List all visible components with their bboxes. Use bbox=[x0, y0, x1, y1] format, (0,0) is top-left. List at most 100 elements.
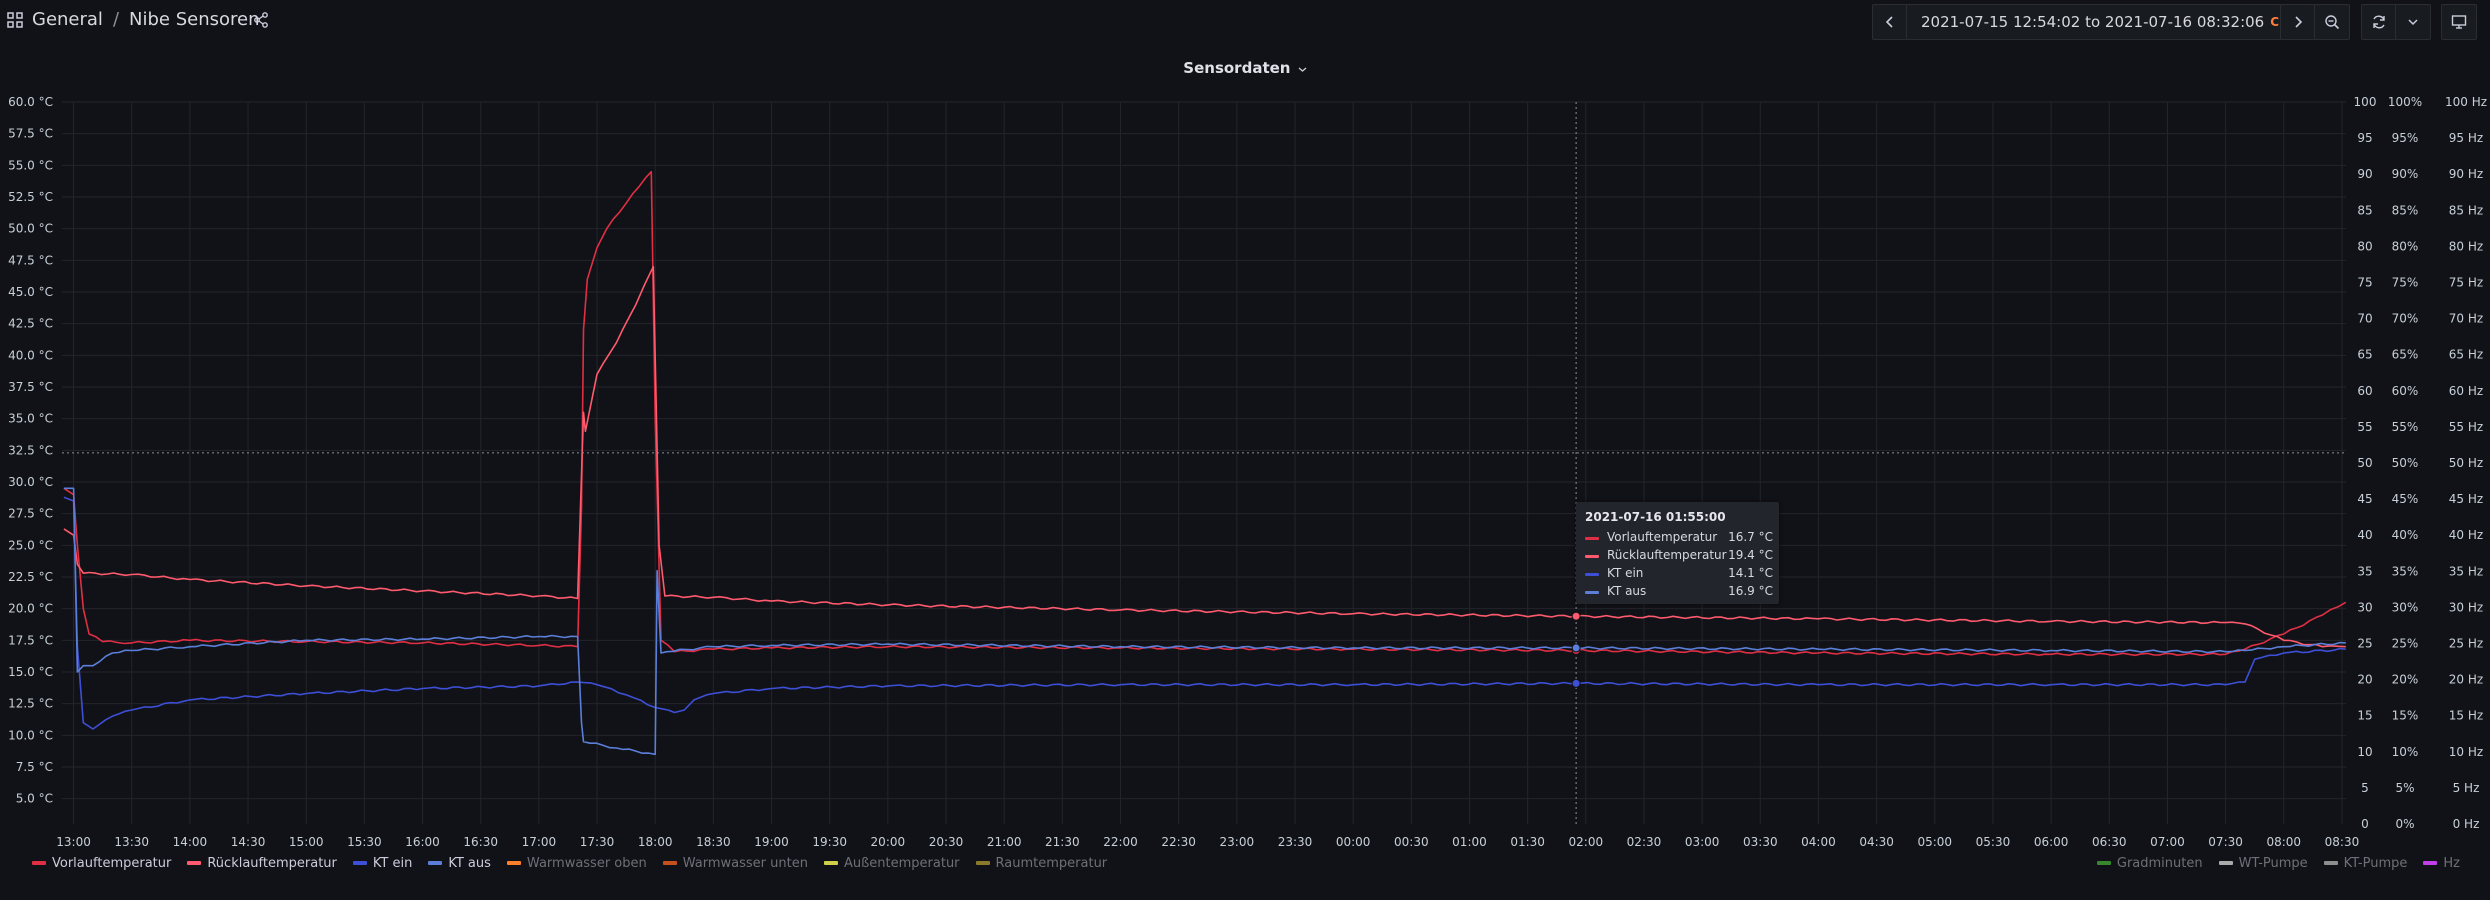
y-right-tick-label: 90 Hz bbox=[2449, 167, 2483, 181]
y-right-tick-label: 5 bbox=[2361, 781, 2369, 795]
y-right-tick-label: 35% bbox=[2392, 564, 2419, 578]
x-tick-label: 17:30 bbox=[580, 835, 615, 849]
y-tick-label: 52.5 °C bbox=[8, 190, 53, 204]
time-range-back-button[interactable] bbox=[1872, 4, 1908, 40]
y-right-tick-label: 45 bbox=[2357, 492, 2372, 506]
x-tick-label: 19:30 bbox=[812, 835, 847, 849]
x-tick-label: 21:30 bbox=[1045, 835, 1080, 849]
x-tick-label: 13:00 bbox=[56, 835, 91, 849]
y-right-tick-label: 5 Hz bbox=[2453, 781, 2480, 795]
legend-item[interactable]: KT aus bbox=[428, 855, 491, 871]
breadcrumb-separator: / bbox=[112, 9, 120, 30]
legend-label: KT ein bbox=[372, 855, 413, 871]
time-range-forward-button[interactable] bbox=[2280, 4, 2316, 40]
x-tick-label: 01:30 bbox=[1510, 835, 1545, 849]
legend-swatch bbox=[2218, 861, 2233, 865]
legend-item[interactable]: Gradminuten bbox=[2096, 855, 2203, 871]
y-right-tick-label: 80 bbox=[2357, 239, 2372, 253]
y-tick-label: 30.0 °C bbox=[8, 475, 53, 489]
x-tick-label: 08:00 bbox=[2266, 835, 2301, 849]
x-tick-label: 07:00 bbox=[2150, 835, 2185, 849]
refresh-interval-dropdown[interactable] bbox=[2395, 4, 2431, 40]
x-tick-label: 20:00 bbox=[871, 835, 906, 849]
legend-item[interactable]: Außentemperatur bbox=[823, 855, 960, 871]
legend-swatch bbox=[662, 861, 677, 865]
legend-item[interactable]: KT ein bbox=[352, 855, 413, 871]
breadcrumb-folder[interactable]: General bbox=[32, 9, 103, 30]
y-tick-label: 60.0 °C bbox=[8, 95, 53, 109]
x-tick-label: 20:30 bbox=[929, 835, 964, 849]
y-right-tick-label: 0% bbox=[2395, 817, 2414, 831]
legend-item[interactable]: WT-Pumpe bbox=[2218, 855, 2308, 871]
x-tick-label: 03:00 bbox=[1685, 835, 1720, 849]
hover-point bbox=[1571, 643, 1581, 653]
y-right-tick-label: 95% bbox=[2392, 131, 2419, 145]
x-tick-label: 21:00 bbox=[987, 835, 1022, 849]
share-icon[interactable] bbox=[253, 12, 269, 28]
panel-title[interactable]: Sensordaten bbox=[0, 59, 2490, 77]
y-tick-label: 55.0 °C bbox=[8, 158, 53, 172]
y-tick-label: 42.5 °C bbox=[8, 317, 53, 331]
y-right-tick-label: 30 Hz bbox=[2449, 600, 2483, 614]
y-right-tick-label: 60 Hz bbox=[2449, 384, 2483, 398]
legend-swatch bbox=[2096, 861, 2111, 865]
chevron-down-icon bbox=[2408, 19, 2418, 26]
tooltip-series-value: 14.1 °C bbox=[1728, 566, 1773, 580]
x-tick-label: 00:30 bbox=[1394, 835, 1429, 849]
legend-swatch bbox=[32, 861, 46, 865]
y-right-tick-label: 25 Hz bbox=[2449, 637, 2483, 651]
x-tick-label: 02:00 bbox=[1569, 835, 1604, 849]
y-tick-label: 15.0 °C bbox=[8, 665, 53, 679]
y-tick-label: 7.5 °C bbox=[16, 760, 53, 774]
y-right-tick-label: 30% bbox=[2392, 600, 2419, 614]
x-tick-label: 01:00 bbox=[1452, 835, 1487, 849]
x-tick-label: 19:00 bbox=[754, 835, 789, 849]
x-tick-label: 03:30 bbox=[1743, 835, 1778, 849]
legend-item[interactable]: Rücklauftemperatur bbox=[187, 855, 337, 871]
tooltip-row: Vorlauftemperatur 16.7 °C bbox=[1585, 530, 1773, 546]
y-tick-label: 25.0 °C bbox=[8, 538, 53, 552]
y-right-tick-label: 5% bbox=[2395, 781, 2414, 795]
y-tick-label: 45.0 °C bbox=[8, 285, 53, 299]
y-right-tick-label: 20 Hz bbox=[2449, 673, 2483, 687]
hover-tooltip: 2021-07-16 01:55:00 Vorlauftemperatur 16… bbox=[1576, 502, 1779, 604]
legend-label: Raumtemperatur bbox=[995, 855, 1108, 871]
time-range-picker[interactable]: 2021-07-15 12:54:02 to 2021-07-16 08:32:… bbox=[1906, 4, 2304, 40]
x-tick-label: 18:00 bbox=[638, 835, 673, 849]
zoom-out-icon bbox=[2325, 15, 2340, 30]
legend-swatch bbox=[352, 861, 367, 865]
legend-item[interactable]: Warmwasser oben bbox=[506, 855, 647, 871]
legend-item[interactable]: KT-Pumpe bbox=[2323, 855, 2407, 871]
chevron-left-icon bbox=[1885, 16, 1893, 28]
tv-mode-button[interactable] bbox=[2441, 4, 2477, 40]
x-tick-label: 04:30 bbox=[1859, 835, 1894, 849]
x-tick-label: 04:00 bbox=[1801, 835, 1836, 849]
y-right-tick-label: 10% bbox=[2392, 745, 2419, 759]
y-right-tick-label: 65 Hz bbox=[2449, 348, 2483, 362]
y-right-tick-label: 15% bbox=[2392, 709, 2419, 723]
chevron-down-icon bbox=[1298, 67, 1307, 72]
sensor-chart[interactable]: 60.0 °C57.5 °C55.0 °C52.5 °C50.0 °C47.5 … bbox=[0, 80, 2490, 850]
dashboard-title[interactable]: Nibe Sensoren bbox=[129, 9, 259, 30]
y-right-tick-label: 55% bbox=[2392, 420, 2419, 434]
legend-item[interactable]: Hz bbox=[2423, 855, 2460, 871]
legend-item[interactable]: Raumtemperatur bbox=[975, 855, 1108, 871]
y-right-tick-label: 25 bbox=[2357, 637, 2372, 651]
refresh-button[interactable] bbox=[2361, 4, 2397, 40]
legend-item[interactable]: Warmwasser unten bbox=[662, 855, 808, 871]
legend-right: Gradminuten WT-Pumpe KT-Pumpe Hz bbox=[2096, 855, 2476, 871]
y-tick-label: 22.5 °C bbox=[8, 570, 53, 584]
y-right-tick-label: 75 Hz bbox=[2449, 276, 2483, 290]
x-tick-label: 07:30 bbox=[2208, 835, 2243, 849]
tooltip-swatch bbox=[1585, 555, 1599, 558]
y-right-tick-label: 50 bbox=[2357, 456, 2372, 470]
tooltip-series-name: Rücklauftemperatur bbox=[1607, 548, 1727, 562]
apps-grid-icon[interactable] bbox=[7, 12, 23, 28]
zoom-out-button[interactable] bbox=[2314, 4, 2350, 40]
breadcrumb: General / Nibe Sensoren bbox=[32, 9, 260, 30]
hover-point bbox=[1571, 678, 1581, 688]
y-right-tick-label: 35 bbox=[2357, 564, 2372, 578]
legend-item[interactable]: Vorlauftemperatur bbox=[32, 855, 171, 871]
y-right-tick-label: 20 bbox=[2357, 673, 2372, 687]
legend-swatch bbox=[187, 861, 202, 865]
